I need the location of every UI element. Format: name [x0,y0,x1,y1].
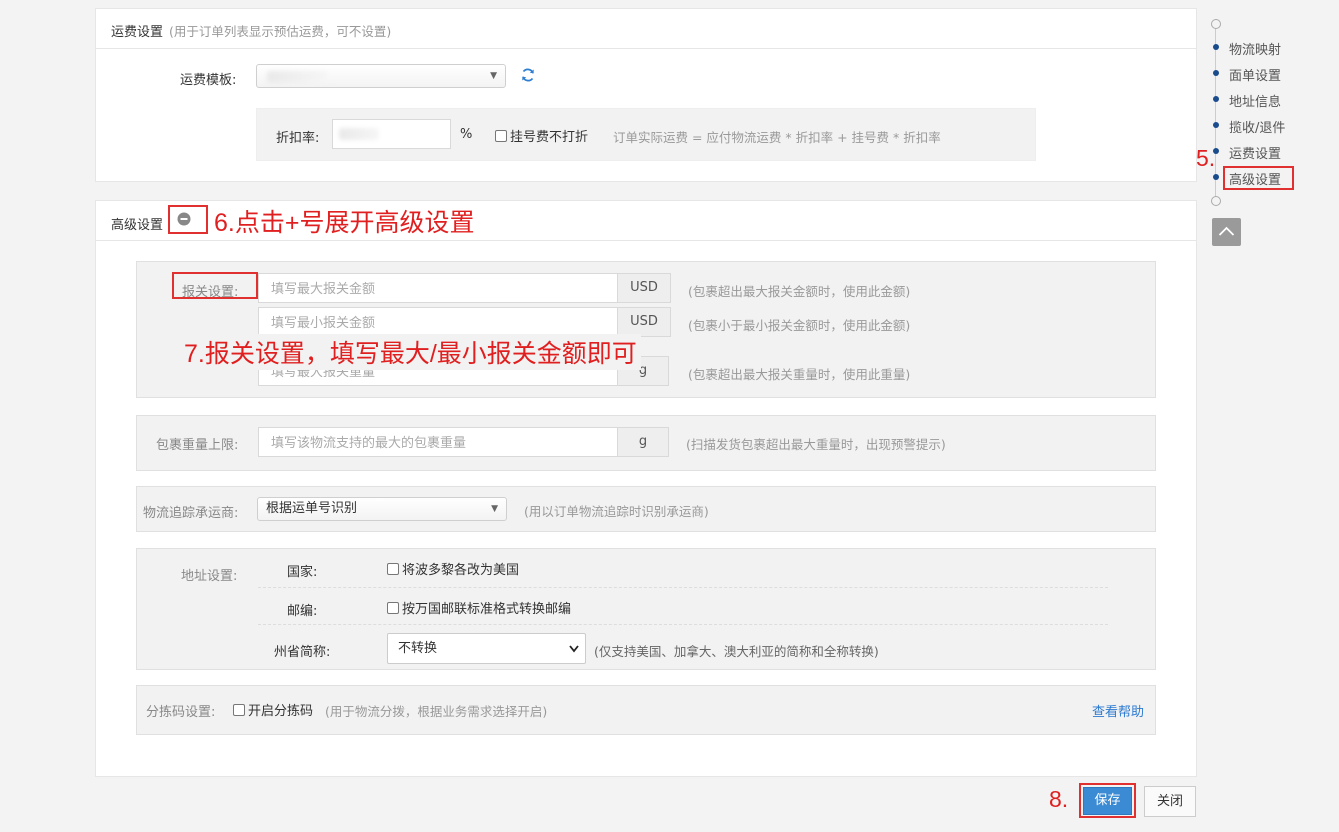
registration-fee-checkbox[interactable]: 挂号费不打折 [495,126,588,145]
country-label: 国家: [287,565,318,580]
nav-dot [1213,122,1219,128]
state-abbr-hint: (仅支持美国、加拿大、澳大利亚的简称和全称转换) [594,644,879,659]
checkbox-icon[interactable] [387,563,399,575]
annotation-box-expand [168,205,208,234]
sorting-code-option-label: 开启分拣码 [248,704,314,719]
max-weight-hint: (包裹超出最大报关重量时，使用此重量) [688,367,911,382]
advanced-settings-title: 高级设置 [111,218,164,233]
weight-limit-hint: (扫描发货包裹超出最大重量时，出现预警提示) [686,437,946,452]
chevron-down-icon: ▼ [491,504,498,514]
annotation-step6: 6.点击+号展开高级设置 [214,209,475,237]
currency-addon-usd: USD [617,273,671,303]
nav-item-logistics-mapping[interactable]: 物流映射 [1229,39,1281,58]
freight-template-value-redacted [267,71,327,83]
close-button[interactable]: 关闭 [1144,786,1196,817]
nav-dot [1213,174,1219,180]
state-abbr-value: 不转换 [398,641,438,656]
divider [258,624,1108,625]
state-abbr-label: 州省简称: [274,645,331,660]
freight-formula: 订单实际运费 = 应付物流运费 * 折扣率 + 挂号费 * 折扣率 [613,130,941,145]
divider [258,587,1108,588]
nav-dot [1213,70,1219,76]
registration-fee-label: 挂号费不打折 [510,130,589,145]
sorting-code-label: 分拣码设置: [146,705,216,720]
chevron-up-icon [1218,226,1235,236]
checkbox-icon[interactable] [495,130,507,142]
tracking-carrier-hint: (用以订单物流追踪时识别承运商) [524,504,709,519]
state-abbr-select[interactable]: 不转换 [387,633,586,664]
nav-dot [1213,44,1219,50]
annotation-box-nav [1223,166,1294,190]
side-nav-top-circle [1211,19,1221,29]
checkbox-icon[interactable] [233,704,245,716]
discount-value-redacted [339,128,379,140]
nav-item-pickup-return[interactable]: 揽收/退件 [1229,117,1285,136]
annotation-box-customs [172,272,258,299]
annotation-step5: 5. [1196,145,1216,171]
tracking-carrier-value: 根据运单号识别 [266,501,358,516]
country-option-label: 将波多黎各改为美国 [402,563,520,578]
freight-settings-header: 运费设置 (用于订单列表显示预估运费，可不设置) [96,9,1196,49]
freight-template-label: 运费模板: [180,73,237,88]
discount-input[interactable] [332,119,451,149]
weight-limit-input[interactable] [258,427,618,457]
sorting-code-hint: (用于物流分拨，根据业务需求选择开启) [325,704,548,719]
side-nav-bottom-circle [1211,196,1221,206]
tracking-carrier-select[interactable]: 根据运单号识别 ▼ [257,497,507,521]
address-settings-label: 地址设置: [181,569,238,584]
save-button[interactable]: 保存 [1083,787,1132,815]
zip-label: 邮编: [287,604,318,619]
freight-settings-title: 运费设置 (用于订单列表显示预估运费，可不设置) [111,21,391,40]
weight-limit-unit-addon: g [617,427,669,457]
discount-label: 折扣率: [276,131,320,146]
chevron-down-icon: ▼ [490,71,497,81]
back-to-top-button[interactable] [1212,218,1241,246]
currency-addon-usd-2: USD [617,307,671,337]
tracking-carrier-label: 物流追踪承运商: [143,506,239,521]
percent-sign: % [460,127,473,142]
weight-limit-label: 包裹重量上限: [156,438,239,453]
freight-template-select[interactable]: ▼ [256,64,506,88]
min-amount-hint: (包裹小于最小报关金额时，使用此金额) [688,318,911,333]
nav-item-freight-settings[interactable]: 运费设置 [1229,143,1281,162]
annotation-step7: 7.报关设置，填写最大/最小报关金额即可 [184,334,641,370]
country-checkbox[interactable]: 将波多黎各改为美国 [387,559,519,578]
annotation-step8: 8. [1049,786,1069,812]
max-amount-hint: (包裹超出最大报关金额时，使用此金额) [688,284,911,299]
min-declared-amount-input[interactable] [258,307,618,337]
freight-title-text: 运费设置 [111,25,164,40]
max-declared-amount-input[interactable] [258,273,618,303]
sorting-code-checkbox[interactable]: 开启分拣码 [233,700,313,719]
checkbox-icon[interactable] [387,602,399,614]
freight-subtitle: (用于订单列表显示预估运费，可不设置) [169,24,392,39]
zip-option-label: 按万国邮联标准格式转换邮编 [402,602,572,617]
nav-item-label-settings[interactable]: 面单设置 [1229,65,1281,84]
nav-item-address-info[interactable]: 地址信息 [1229,91,1281,110]
view-help-link[interactable]: 查看帮助 [1092,701,1144,720]
zip-checkbox[interactable]: 按万国邮联标准格式转换邮编 [387,598,571,617]
chevron-down-icon [569,645,579,653]
nav-dot [1213,96,1219,102]
refresh-icon[interactable] [520,67,536,83]
